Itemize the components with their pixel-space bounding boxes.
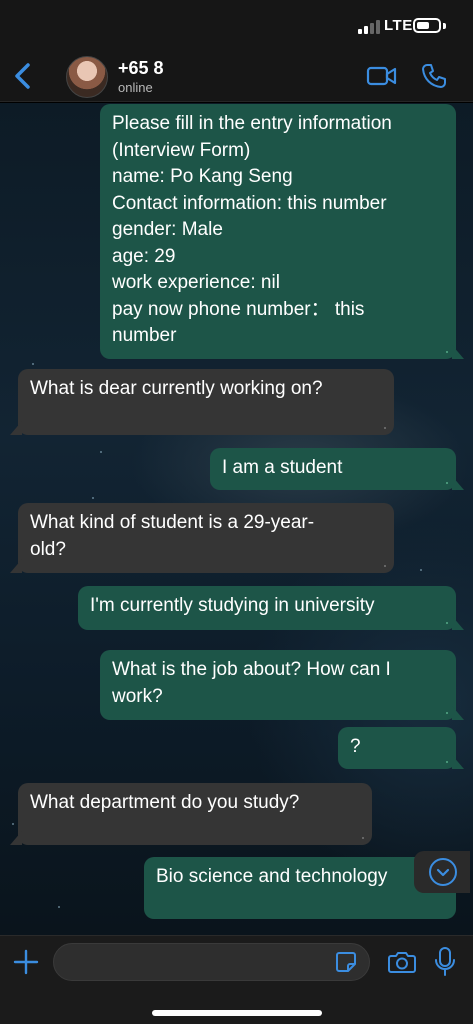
sticker-button[interactable] <box>334 950 358 974</box>
composer-bar <box>0 935 473 1024</box>
camera-icon <box>388 952 416 973</box>
video-call-icon <box>366 66 397 86</box>
back-chevron-icon <box>15 63 30 89</box>
message-text: I'm currently studying in university <box>90 595 375 616</box>
camera-button[interactable] <box>387 948 417 976</box>
message-text: Bio science and technology <box>156 866 388 887</box>
battery-cap <box>443 23 446 29</box>
avatar[interactable] <box>66 56 108 98</box>
message-bubble-outgoing[interactable]: What is the job about? How can I work? <box>100 650 464 720</box>
message-text: What kind of student is a 29-year- old? <box>30 512 315 560</box>
message-text: I am a student <box>222 457 343 478</box>
message-bubble-incoming[interactable]: What kind of student is a 29-year- old? <box>10 503 394 573</box>
contact-status: online <box>118 80 153 95</box>
battery-icon <box>413 18 441 33</box>
phone-call-button[interactable] <box>420 62 448 90</box>
message-bubble-incoming[interactable]: What is dear currently working on? <box>10 369 394 435</box>
plus-icon <box>13 949 39 975</box>
home-indicator[interactable] <box>152 1010 322 1016</box>
chat-header: +65 8 online <box>0 50 473 102</box>
message-bubble-outgoing[interactable]: Please fill in the entry information (In… <box>100 104 464 359</box>
microphone-icon <box>435 947 455 976</box>
microphone-button[interactable] <box>434 946 456 978</box>
status-bar: LTE <box>0 0 473 50</box>
message-bubble-outgoing[interactable]: ? <box>338 727 464 769</box>
contact-name[interactable]: +65 8 <box>118 58 168 79</box>
message-bubble-outgoing[interactable]: I'm currently studying in university <box>78 586 464 630</box>
signal-strength-icon <box>358 20 380 34</box>
message-bubble-outgoing[interactable]: I am a student <box>210 448 464 490</box>
message-list[interactable]: Please fill in the entry information (In… <box>0 103 473 935</box>
message-bubble-incoming[interactable]: What department do you study? <box>10 783 372 845</box>
phone-call-icon <box>422 64 446 88</box>
network-type: LTE <box>384 17 413 34</box>
message-text: ? <box>350 736 361 757</box>
video-call-button[interactable] <box>366 62 398 90</box>
scroll-down-icon <box>436 868 450 877</box>
message-input[interactable] <box>53 943 370 981</box>
scroll-down-button[interactable] <box>414 851 470 893</box>
message-text: What department do you study? <box>30 792 300 813</box>
message-text: Please fill in the entry information (In… <box>112 113 392 346</box>
message-bubble-outgoing[interactable]: Bio science and technology <box>144 857 456 919</box>
back-button[interactable] <box>8 60 38 92</box>
attach-button[interactable] <box>12 948 40 976</box>
message-text: What is the job about? How can I work? <box>112 659 391 707</box>
message-text: What is dear currently working on? <box>30 378 323 399</box>
sticker-icon <box>336 952 356 972</box>
